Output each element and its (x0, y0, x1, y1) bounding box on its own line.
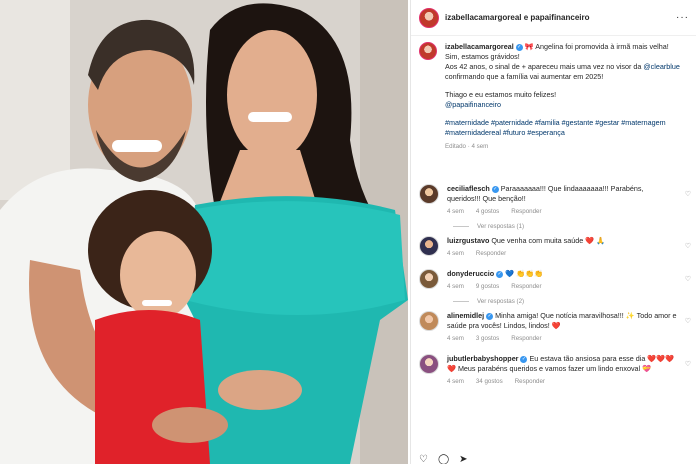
post-caption: izabellacamargoreal ✓ 🎀 Angelina foi pro… (419, 42, 691, 152)
commenter-avatar[interactable] (419, 354, 439, 374)
verified-badge-icon: ✓ (515, 43, 523, 51)
comment-username[interactable]: jubutlerbabyshopper (447, 354, 518, 363)
post-header: izabellacamargoreal e papaifinanceiro ··… (411, 0, 696, 36)
comment-username[interactable]: ceciliaflesch (447, 184, 490, 193)
like-comment-heart-icon[interactable]: ♡ (685, 190, 691, 198)
more-options-icon[interactable]: ··· (676, 12, 689, 23)
post-actions: ♡ ◯ ➤ (419, 454, 468, 464)
view-replies-button[interactable]: Ver respostas (1) (453, 223, 691, 230)
caption-line3-pre: Aos 42 anos, o sinal de + apareceu mais … (445, 62, 642, 71)
mention-clearblue[interactable]: @clearblue (643, 62, 679, 71)
caption-line2: Sim, estamos grávidos! (445, 52, 520, 61)
caption-body: izabellacamargoreal ✓ 🎀 Angelina foi pro… (445, 42, 685, 152)
caption-meta: Editado · 4 sem (445, 143, 489, 150)
author-avatar[interactable] (419, 7, 439, 28)
comment-time: 4 sem (447, 335, 464, 342)
comment-item: jubutlerbabyshopper ✓ Eu estava tão ansi… (419, 354, 691, 387)
post-photo[interactable] (0, 0, 408, 464)
caption-line4: Thiago e eu estamos muito felizes! (445, 90, 557, 99)
comment-item: donyderuccio ✓ 💙 👏👏👏 4 sem 9 gostos Resp… (419, 269, 691, 292)
verified-badge-icon: ✓ (486, 312, 494, 320)
reply-button[interactable]: Responder (511, 334, 541, 344)
comment-time: 4 sem (447, 283, 464, 290)
caption-line1: 🎀 Angelina foi promovida à irmã mais vel… (524, 42, 669, 51)
like-comment-heart-icon[interactable]: ♡ (685, 360, 691, 368)
comment-time: 4 sem (447, 250, 464, 257)
comment-username[interactable]: luizrgustavo (447, 236, 489, 245)
share-icon[interactable]: ➤ (459, 454, 467, 464)
comment-username[interactable]: alinemidlej (447, 311, 484, 320)
commenter-avatar[interactable] (419, 269, 439, 289)
verified-badge-icon: ✓ (496, 270, 504, 278)
view-replies-button[interactable]: Ver respostas (2) (453, 298, 691, 305)
verified-badge-icon: ✓ (491, 185, 499, 193)
like-comment-heart-icon[interactable]: ♡ (685, 242, 691, 250)
comment-text: 💙 👏👏👏 (505, 269, 543, 278)
post-sidebar: izabellacamargoreal e papaifinanceiro ··… (410, 0, 696, 464)
comment-username[interactable]: donyderuccio (447, 269, 494, 278)
caption-username[interactable]: izabellacamargoreal (445, 42, 514, 51)
comment-item: ceciliaflesch ✓ Paraaaaaaa!!! Que lindaa… (419, 184, 691, 217)
reply-button[interactable]: Responder (511, 282, 541, 292)
comment-text: Que venha com muita saúde ❤️ 🙏 (491, 236, 606, 245)
comment-likes[interactable]: 34 gostos (476, 377, 503, 387)
comment-item: alinemidlej ✓ Minha amiga! Que notícia m… (419, 311, 691, 344)
caption-line3-post: confirmando que a família vai aumentar e… (445, 72, 604, 81)
comment-time: 4 sem (447, 208, 464, 215)
commenter-avatar[interactable] (419, 311, 439, 331)
comment-item: luizrgustavo Que venha com muita saúde ❤… (419, 236, 691, 259)
reply-button[interactable]: Responder (511, 207, 541, 217)
comment-time: 4 sem (447, 378, 464, 385)
commenter-avatar[interactable] (419, 184, 439, 204)
like-heart-icon[interactable]: ♡ (419, 454, 428, 464)
reply-button[interactable]: Responder (515, 377, 545, 387)
commenter-avatar[interactable] (419, 236, 439, 256)
like-comment-heart-icon[interactable]: ♡ (685, 275, 691, 283)
caption-avatar[interactable] (419, 42, 437, 60)
comment-likes[interactable]: 3 gostos (476, 334, 499, 344)
comment-likes[interactable]: 4 gostos (476, 207, 499, 217)
comment-icon[interactable]: ◯ (438, 454, 449, 464)
verified-badge-icon: ✓ (520, 355, 528, 363)
post-authors[interactable]: izabellacamargoreal e papaifinanceiro (445, 13, 590, 22)
mention-papaifinanceiro[interactable]: @papaifinanceiro (445, 100, 685, 110)
caption-hashtags[interactable]: #maternidade #paternidade #familia #gest… (445, 118, 685, 138)
like-comment-heart-icon[interactable]: ♡ (685, 317, 691, 325)
comments-list: ceciliaflesch ✓ Paraaaaaaa!!! Que lindaa… (419, 184, 691, 387)
comment-likes[interactable]: 9 gostos (476, 282, 499, 292)
reply-button[interactable]: Responder (476, 249, 506, 259)
family-photo-illustration (0, 0, 408, 464)
